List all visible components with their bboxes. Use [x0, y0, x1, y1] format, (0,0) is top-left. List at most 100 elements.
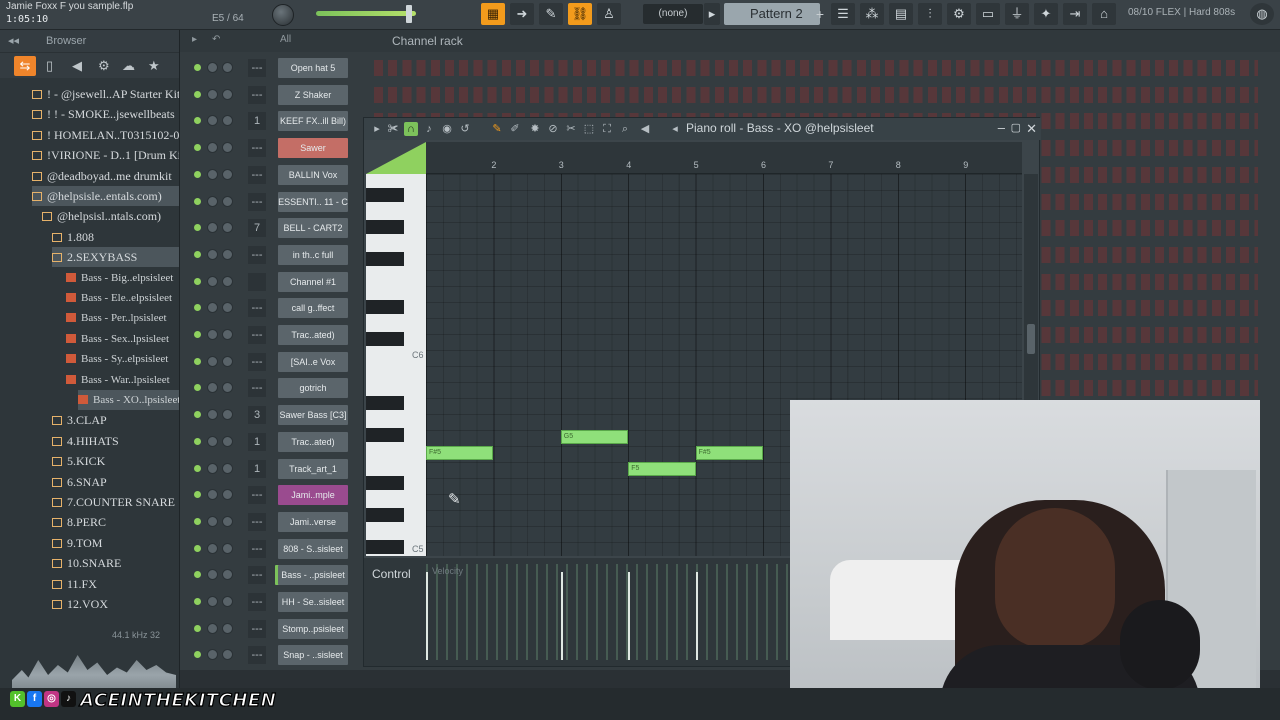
file-icon[interactable]: ▯ — [46, 58, 53, 74]
channel-mute-led[interactable] — [194, 277, 201, 285]
channel-mute-led[interactable] — [194, 464, 201, 472]
velocity-bar[interactable] — [560, 572, 563, 660]
black-key[interactable] — [366, 508, 404, 522]
channel-pan-knob[interactable] — [207, 462, 218, 474]
channel-mixer-track[interactable]: --- — [248, 139, 266, 158]
browser-folder-item[interactable]: 4.HIHATS — [52, 431, 179, 451]
channel-pan-knob[interactable] — [207, 195, 218, 207]
piano-roll-icon[interactable]: ⁂ — [860, 3, 884, 25]
plugin-icon[interactable]: ⚙ — [947, 3, 971, 25]
black-key[interactable] — [366, 332, 404, 346]
add-pattern-icon[interactable]: + — [812, 4, 828, 24]
velocity-bar[interactable] — [628, 572, 631, 660]
channel-pan-knob[interactable] — [207, 302, 218, 314]
channel-pan-knob[interactable] — [207, 596, 218, 607]
channel-mute-led[interactable] — [194, 624, 201, 632]
channel-pan-knob[interactable] — [207, 409, 218, 421]
channel-pan-knob[interactable] — [207, 88, 218, 100]
browser-folder-item[interactable]: 12.VOX — [52, 594, 179, 614]
channel-volume-knob[interactable] — [222, 329, 233, 340]
all-files-icon[interactable]: ⇆ — [14, 56, 36, 76]
channel-name-button[interactable]: gotrich — [278, 378, 348, 399]
pr-play-icon[interactable]: ◉ — [440, 122, 454, 136]
browser-folder-item[interactable]: 7.COUNTER SNARE — [52, 492, 179, 512]
channel-pan-knob[interactable] — [207, 622, 218, 634]
channel-volume-knob[interactable] — [222, 275, 233, 287]
play-small-icon[interactable]: ▸ — [704, 3, 720, 25]
browser-file-item[interactable]: Bass - Big..elpsisleet — [66, 268, 179, 288]
master-pitch-knob[interactable] — [272, 4, 294, 26]
forward-icon[interactable]: ⇥ — [1063, 3, 1087, 25]
pr-magnet-icon[interactable]: ∩ — [404, 122, 418, 136]
black-key[interactable] — [366, 220, 404, 234]
browser-folder-item[interactable]: 1.808 — [52, 227, 179, 247]
channel-mixer-track[interactable]: 1 — [248, 432, 266, 451]
channel-volume-knob[interactable] — [222, 88, 233, 100]
pr-brush-icon[interactable]: ✐ — [508, 122, 522, 136]
channel-mixer-track[interactable]: --- — [248, 85, 266, 104]
channel-mixer-track[interactable]: --- — [248, 352, 266, 371]
plug-icon[interactable]: ⏚ — [1005, 3, 1029, 25]
gear-icon[interactable]: ⚙ — [98, 58, 110, 74]
channel-volume-knob[interactable] — [222, 489, 233, 501]
pr-select-icon[interactable]: ⬚ — [582, 122, 596, 136]
channel-name-button[interactable]: Open hat 5 — [278, 58, 348, 78]
channel-name-button[interactable]: [SAI..e Vox — [278, 351, 348, 372]
channel-name-button[interactable]: Channel #1 — [278, 271, 348, 292]
channel-mute-led[interactable] — [194, 571, 201, 579]
channel-volume-knob[interactable] — [222, 115, 233, 127]
channel-volume-knob[interactable] — [222, 382, 233, 394]
browser-folder-item[interactable]: ! HOMELAN..T0315102-001 — [32, 125, 179, 145]
browser-folder-item[interactable]: 6.SNAP — [52, 472, 179, 492]
channel-name-button[interactable]: Trac..ated) — [278, 325, 348, 345]
channel-mixer-track[interactable]: --- — [248, 566, 266, 585]
browser-file-item[interactable]: Bass - War..lpsisleet — [66, 370, 179, 390]
pr-arrow-icon[interactable]: ▸ — [370, 122, 384, 136]
channel-name-button[interactable]: Sawer — [278, 138, 348, 159]
channel-name-button[interactable]: BALLIN Vox — [278, 164, 348, 185]
star-icon[interactable]: ★ — [148, 58, 160, 74]
pr-slice-icon[interactable]: ✂ — [564, 122, 578, 136]
channel-mute-led[interactable] — [194, 304, 201, 312]
channel-pan-knob[interactable] — [207, 542, 218, 554]
channel-mixer-track[interactable]: --- — [248, 245, 266, 264]
mixer-icon[interactable]: ⫶ — [918, 3, 942, 25]
cloud-icon[interactable]: ☁ — [122, 58, 135, 74]
rack-undo-icon[interactable]: ↶ — [212, 34, 220, 45]
channel-pan-knob[interactable] — [207, 489, 218, 501]
channel-mixer-track[interactable]: 3 — [248, 406, 266, 425]
pr-zoom-icon[interactable]: ⌕ — [618, 122, 632, 136]
browser-folder-item[interactable]: @helpsisl..ntals.com) — [42, 206, 179, 226]
channel-mute-led[interactable] — [194, 331, 201, 338]
channel-mixer-track[interactable]: --- — [248, 539, 266, 558]
black-key[interactable] — [366, 300, 404, 314]
pr-wrench-icon[interactable]: ✀ — [386, 122, 400, 136]
channel-name-button[interactable]: Trac..ated) — [278, 431, 348, 452]
channel-volume-knob[interactable] — [222, 596, 233, 607]
channel-name-button[interactable]: Snap - ..sisleet — [278, 645, 348, 666]
channel-mute-led[interactable] — [194, 250, 201, 258]
browser-folder-item[interactable]: @helpsisle..entals.com) — [32, 186, 179, 206]
channel-step-sequencer[interactable] — [374, 60, 1258, 76]
browser-file-item[interactable]: Bass - Ele..elpsisleet — [66, 288, 179, 308]
browser-file-item[interactable]: Bass - XO..lpsisleet — [78, 390, 179, 410]
channel-volume-knob[interactable] — [222, 195, 233, 207]
channel-name-button[interactable]: call g..ffect — [278, 298, 348, 319]
channel-pan-knob[interactable] — [207, 222, 218, 234]
piano-roll-timeline[interactable]: 2 3 4 5 6 7 8 9 — [426, 156, 1022, 174]
browser-folder-item[interactable]: 2.SEXYBASS — [52, 247, 179, 268]
channel-pan-knob[interactable] — [207, 168, 218, 180]
channel-mute-led[interactable] — [194, 357, 201, 365]
browser-folder-item[interactable]: !VIRIONE - D..1 [Drum Kit] — [32, 145, 179, 165]
rack-filter[interactable]: All — [280, 34, 291, 45]
rack-arrow-icon[interactable]: ▸ — [192, 34, 197, 45]
channel-pan-knob[interactable] — [207, 355, 218, 367]
channel-volume-knob[interactable] — [222, 542, 233, 554]
channel-pan-knob[interactable] — [207, 329, 218, 340]
channel-volume-knob[interactable] — [222, 435, 233, 447]
channel-mixer-track[interactable]: 1 — [248, 112, 266, 131]
channel-mute-led[interactable] — [194, 90, 201, 98]
black-key[interactable] — [366, 188, 404, 202]
channel-volume-knob[interactable] — [222, 622, 233, 634]
midi-note[interactable]: F5 — [628, 462, 696, 476]
